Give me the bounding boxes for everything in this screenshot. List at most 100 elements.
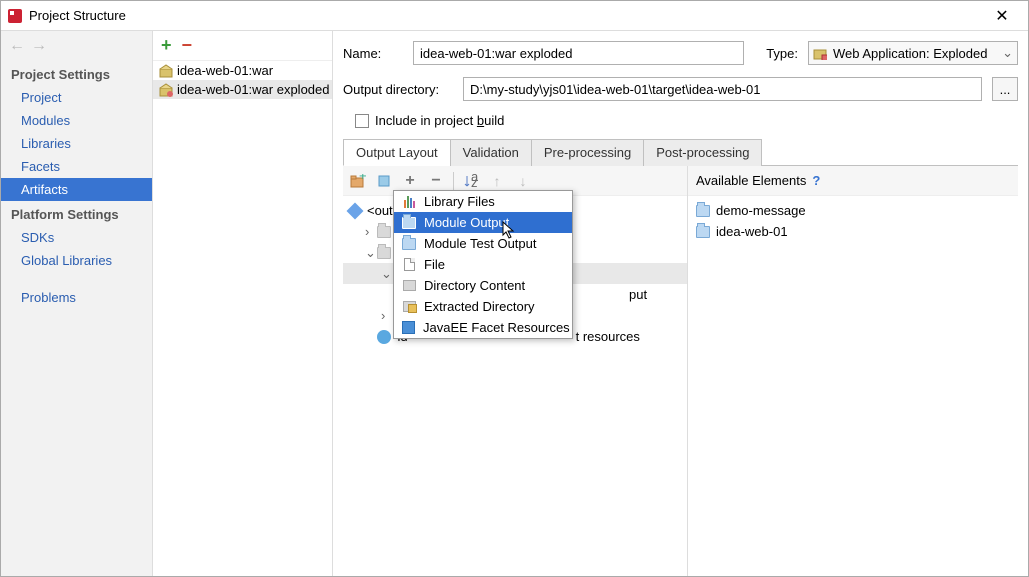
tab-output-layout[interactable]: Output Layout <box>343 139 451 166</box>
nav-section-project: Project Settings <box>1 61 152 86</box>
popup-extracted-directory[interactable]: Extracted Directory <box>394 296 572 317</box>
available-item[interactable]: demo-message <box>688 200 1018 221</box>
name-label: Name: <box>343 46 403 61</box>
sort-icon[interactable]: az <box>462 172 480 190</box>
extracted-dir-icon <box>402 300 416 314</box>
popup-library-files[interactable]: Library Files <box>394 191 572 212</box>
web-facet-icon <box>377 330 391 344</box>
output-dir-label: Output directory: <box>343 82 453 97</box>
add-artifact-icon[interactable]: + <box>161 35 172 56</box>
move-down-icon[interactable]: ↓ <box>514 172 532 190</box>
popup-label: JavaEE Facet Resources <box>423 320 570 335</box>
collapse-icon[interactable]: ⌄ <box>381 266 393 282</box>
output-dir-field[interactable] <box>463 77 982 101</box>
include-build-row[interactable]: Include in project build <box>343 113 1018 128</box>
new-archive-icon[interactable] <box>375 172 393 190</box>
chevron-down-icon: ⌄ <box>1002 45 1013 61</box>
available-item[interactable]: idea-web-01 <box>688 221 1018 242</box>
svg-text:z: z <box>471 175 478 188</box>
folder-icon <box>377 247 391 259</box>
available-elements-column: Available Elements ? demo-message idea-w… <box>688 166 1018 576</box>
main-column: Name: Type: Web Application: Exploded ⌄ … <box>333 31 1028 576</box>
nav-forward-icon[interactable]: → <box>31 37 47 55</box>
nav-item-libraries[interactable]: Libraries <box>1 132 152 155</box>
popup-directory-content[interactable]: Directory Content <box>394 275 572 296</box>
tree-label-suffix: t resources <box>576 329 640 344</box>
nav-item-sdks[interactable]: SDKs <box>1 226 152 249</box>
nav-back-icon[interactable]: ← <box>9 37 25 55</box>
layout-tree: <out › M ⌄ W ⌄ <box>343 196 687 576</box>
type-select-value: Web Application: Exploded <box>833 46 987 61</box>
artifacts-toolbar: + − <box>153 31 332 61</box>
tab-pre-processing[interactable]: Pre-processing <box>531 139 644 166</box>
available-header-label: Available Elements <box>696 173 806 188</box>
artifact-item[interactable]: idea-web-01:war exploded <box>153 80 332 99</box>
artifact-item[interactable]: idea-web-01:war <box>153 61 332 80</box>
artifact-label: idea-web-01:war <box>177 63 273 78</box>
include-build-checkbox[interactable] <box>355 114 369 128</box>
window-body: ← → Project Settings Project Modules Lib… <box>1 31 1028 576</box>
titlebar: Project Structure ✕ <box>1 1 1028 31</box>
name-field[interactable] <box>413 41 744 65</box>
available-list: demo-message idea-web-01 <box>688 196 1018 576</box>
tab-bar: Output Layout Validation Pre-processing … <box>343 138 1018 166</box>
nav-section-platform: Platform Settings <box>1 201 152 226</box>
new-folder-icon[interactable]: + <box>349 172 367 190</box>
browse-button[interactable]: ... <box>992 77 1018 101</box>
module-icon <box>696 205 710 217</box>
toolbar-separator <box>453 172 454 190</box>
collapse-icon[interactable]: ⌄ <box>365 245 377 261</box>
popup-label: Module Test Output <box>424 236 537 251</box>
expand-icon[interactable]: › <box>381 308 393 323</box>
folder-icon <box>377 226 391 238</box>
popup-javaee-facet[interactable]: JavaEE Facet Resources <box>394 317 572 338</box>
artifacts-column: + − idea-web-01:war idea-web-01:war expl… <box>153 31 333 576</box>
module-icon <box>696 226 710 238</box>
popup-label: Extracted Directory <box>424 299 535 314</box>
name-row: Name: Type: Web Application: Exploded ⌄ <box>343 41 1018 65</box>
type-select-icon <box>813 46 827 60</box>
project-structure-window: Project Structure ✕ ← → Project Settings… <box>0 0 1029 577</box>
close-icon[interactable]: ✕ <box>982 6 1022 26</box>
tree-label: <out <box>367 203 393 218</box>
output-area: + + − az ↑ ↓ <out <box>343 166 1018 576</box>
available-header: Available Elements ? <box>688 166 1018 196</box>
expand-icon[interactable]: › <box>365 224 377 239</box>
nav-item-global-libraries[interactable]: Global Libraries <box>1 249 152 272</box>
app-icon <box>7 8 23 24</box>
file-icon <box>402 258 416 272</box>
help-icon[interactable]: ? <box>812 173 820 188</box>
move-up-icon[interactable]: ↑ <box>488 172 506 190</box>
left-nav: ← → Project Settings Project Modules Lib… <box>1 31 153 576</box>
popup-label: File <box>424 257 445 272</box>
output-dir-row: Output directory: ... <box>343 77 1018 101</box>
folder-icon <box>402 279 416 293</box>
javaee-icon <box>402 321 415 335</box>
remove-artifact-icon[interactable]: − <box>182 35 193 56</box>
tab-post-processing[interactable]: Post-processing <box>643 139 762 166</box>
popup-label: Module Output <box>424 215 509 230</box>
remove-icon[interactable]: − <box>427 172 445 190</box>
popup-label: Library Files <box>424 194 495 209</box>
nav-item-facets[interactable]: Facets <box>1 155 152 178</box>
popup-file[interactable]: File <box>394 254 572 275</box>
output-root-icon <box>347 202 364 219</box>
add-copy-icon[interactable]: + <box>401 172 419 190</box>
popup-module-output[interactable]: Module Output <box>394 212 572 233</box>
svg-text:+: + <box>359 174 366 183</box>
popup-label: Directory Content <box>424 278 525 293</box>
include-build-label: Include in project build <box>375 113 504 128</box>
nav-item-problems[interactable]: Problems <box>1 286 152 309</box>
popup-module-test-output[interactable]: Module Test Output <box>394 233 572 254</box>
module-icon <box>402 216 416 230</box>
nav-item-modules[interactable]: Modules <box>1 109 152 132</box>
available-item-label: demo-message <box>716 203 806 218</box>
layout-column: + + − az ↑ ↓ <out <box>343 166 688 576</box>
nav-item-project[interactable]: Project <box>1 86 152 109</box>
type-select[interactable]: Web Application: Exploded ⌄ <box>808 41 1018 65</box>
nav-item-artifacts[interactable]: Artifacts <box>1 178 152 201</box>
artifact-label: idea-web-01:war exploded <box>177 82 329 97</box>
tab-validation[interactable]: Validation <box>450 139 532 166</box>
window-title: Project Structure <box>29 8 982 23</box>
tree-label: put <box>629 287 647 302</box>
